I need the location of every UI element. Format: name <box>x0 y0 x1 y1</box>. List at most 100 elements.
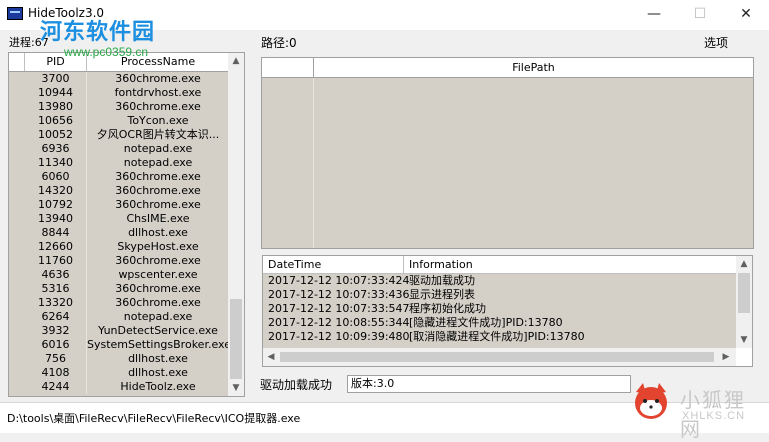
process-pid: 10944 <box>25 86 87 100</box>
column-header-information[interactable]: Information <box>404 256 736 273</box>
maximize-button[interactable]: ☐ <box>677 0 723 30</box>
close-button[interactable]: ✕ <box>723 0 769 30</box>
process-row[interactable]: 3932 YunDetectService.exe <box>9 324 229 338</box>
column-header-filepath[interactable]: FilePath <box>314 58 753 77</box>
log-datetime: 2017-12-12 10:09:39:480 <box>268 330 410 343</box>
log-hscroll-thumb[interactable] <box>280 352 714 362</box>
process-pid: 6016 <box>25 338 87 352</box>
process-name: ToYcon.exe <box>127 114 189 127</box>
process-row[interactable]: 6936 notepad.exe <box>9 142 229 156</box>
log-information: 显示进程列表 <box>409 288 475 301</box>
process-name: 夕风OCR图片转文本识... <box>96 128 220 141</box>
process-row[interactable]: 13980 360chrome.exe <box>9 100 229 114</box>
process-row[interactable]: 10792 360chrome.exe <box>9 198 229 212</box>
process-name: dllhost.exe <box>128 366 188 379</box>
process-name: SkypeHost.exe <box>117 240 199 253</box>
minimize-button[interactable]: — <box>631 0 677 30</box>
log-information: 驱动加载成功 <box>409 274 475 287</box>
column-header-datetime[interactable]: DateTime <box>263 256 404 273</box>
process-name: 360chrome.exe <box>115 198 201 211</box>
process-row[interactable]: 4108 dllhost.exe <box>9 366 229 380</box>
process-row[interactable]: 13320 360chrome.exe <box>9 296 229 310</box>
process-row[interactable]: 8844 dllhost.exe <box>9 226 229 240</box>
process-rows: 3700 360chrome.exe 10944 fontdrvhost.exe 139… <box>9 72 229 394</box>
process-name: dllhost.exe <box>128 226 188 239</box>
process-row[interactable]: 4244 HideToolz.exe <box>9 380 229 394</box>
log-scroll-up-arrow-icon[interactable]: ▲ <box>736 256 752 272</box>
process-row[interactable]: 3700 360chrome.exe <box>9 72 229 86</box>
watermark-logo: 河东软件园 <box>40 20 156 45</box>
scroll-down-arrow-icon[interactable]: ▼ <box>228 380 244 396</box>
process-name: 360chrome.exe <box>115 100 201 113</box>
process-name: 360chrome.exe <box>115 296 201 309</box>
log-scrollbar-thumb[interactable] <box>738 273 750 313</box>
process-pid: 3700 <box>25 72 87 86</box>
log-row[interactable]: 2017-12-12 10:07:33:436 显示进程列表 <box>263 288 736 302</box>
scroll-up-arrow-icon[interactable]: ▲ <box>228 53 244 69</box>
process-row[interactable]: 13940 ChsIME.exe <box>9 212 229 226</box>
log-rows: 2017-12-12 10:07:33:424 驱动加载成功 2017-12-12 … <box>263 274 736 348</box>
process-pid: 12660 <box>25 240 87 254</box>
process-name: 360chrome.exe <box>115 282 201 295</box>
process-name: notepad.exe <box>123 310 193 323</box>
scroll-left-arrow-icon[interactable]: ◀ <box>263 349 279 365</box>
log-table[interactable]: DateTime Information 2017-12-12 10:07:33… <box>262 255 753 367</box>
process-row[interactable]: 5316 360chrome.exe <box>9 282 229 296</box>
log-row[interactable]: 2017-12-12 10:09:39:480 [取消隐藏进程文件成功]PID:1… <box>263 330 736 344</box>
process-row[interactable]: 10656 ToYcon.exe <box>9 114 229 128</box>
log-row[interactable]: 2017-12-12 10:07:33:424 驱动加载成功 <box>263 274 736 288</box>
process-name: wpscenter.exe <box>118 268 198 281</box>
log-vertical-scrollbar[interactable]: ▲ ▼ <box>736 256 752 348</box>
path-count-label: 路径:0 <box>261 36 297 50</box>
process-pid: 6060 <box>25 170 87 184</box>
process-pid: 10792 <box>25 198 87 212</box>
process-pid: 11340 <box>25 156 87 170</box>
app-icon <box>7 7 23 20</box>
scrollbar-thumb[interactable] <box>230 299 242 379</box>
process-row[interactable]: 6016 SystemSettingsBroker.exe <box>9 338 229 352</box>
process-pid: 10052 <box>25 128 87 142</box>
process-pid: 13980 <box>25 100 87 114</box>
process-row[interactable]: 10944 fontdrvhost.exe <box>9 86 229 100</box>
driver-status: 驱动加载成功 <box>260 378 333 392</box>
process-pid: 4244 <box>25 380 87 394</box>
process-pid: 756 <box>25 352 87 366</box>
process-name: ChsIME.exe <box>126 212 190 225</box>
log-row[interactable]: 2017-12-12 10:07:33:547 程序初始化成功 <box>263 302 736 316</box>
process-pid: 8844 <box>25 226 87 240</box>
process-name: 360chrome.exe <box>115 72 201 85</box>
process-name: dllhost.exe <box>128 352 188 365</box>
scroll-right-arrow-icon[interactable]: ▶ <box>718 349 734 365</box>
process-pid: 4108 <box>25 366 87 380</box>
process-row[interactable]: 4636 wpscenter.exe <box>9 268 229 282</box>
process-pid: 14320 <box>25 184 87 198</box>
log-datetime: 2017-12-12 10:07:33:436 <box>268 288 410 301</box>
process-row[interactable]: 11760 360chrome.exe <box>9 254 229 268</box>
process-pid: 10656 <box>25 114 87 128</box>
process-row[interactable]: 756 dllhost.exe <box>9 352 229 366</box>
options-menu[interactable]: 选项 <box>704 34 728 51</box>
process-name: notepad.exe <box>123 142 193 155</box>
process-list-scrollbar[interactable]: ▲ ▼ <box>228 53 244 396</box>
log-row[interactable]: 2017-12-12 10:08:55:344 [隐藏进程文件成功]PID:137… <box>263 316 736 330</box>
process-row[interactable]: 6264 notepad.exe <box>9 310 229 324</box>
version-label: 版本:3.0 <box>347 375 631 393</box>
file-table-header: FilePath <box>262 58 753 78</box>
process-name: HideToolz.exe <box>120 380 196 393</box>
header-spacer <box>9 53 25 71</box>
process-pid: 6936 <box>25 142 87 156</box>
fox-logo-icon <box>635 383 667 419</box>
process-pid: 6264 <box>25 310 87 324</box>
log-scroll-down-arrow-icon[interactable]: ▼ <box>736 332 752 348</box>
select-column-header <box>262 58 314 77</box>
log-datetime: 2017-12-12 10:08:55:344 <box>268 316 410 329</box>
process-row[interactable]: 14320 360chrome.exe <box>9 184 229 198</box>
file-path-table[interactable]: FilePath <box>261 57 754 249</box>
process-row[interactable]: 10052 夕风OCR图片转文本识... <box>9 128 229 142</box>
process-row[interactable]: 11340 notepad.exe <box>9 156 229 170</box>
process-list[interactable]: PID ProcessName 3700 360chrome.exe 10944 fo… <box>8 52 245 397</box>
process-row[interactable]: 6060 360chrome.exe <box>9 170 229 184</box>
log-horizontal-scrollbar[interactable]: ◀ ▶ <box>263 348 736 366</box>
process-row[interactable]: 12660 SkypeHost.exe <box>9 240 229 254</box>
watermark-url: www.pc0359.cn <box>64 45 149 59</box>
